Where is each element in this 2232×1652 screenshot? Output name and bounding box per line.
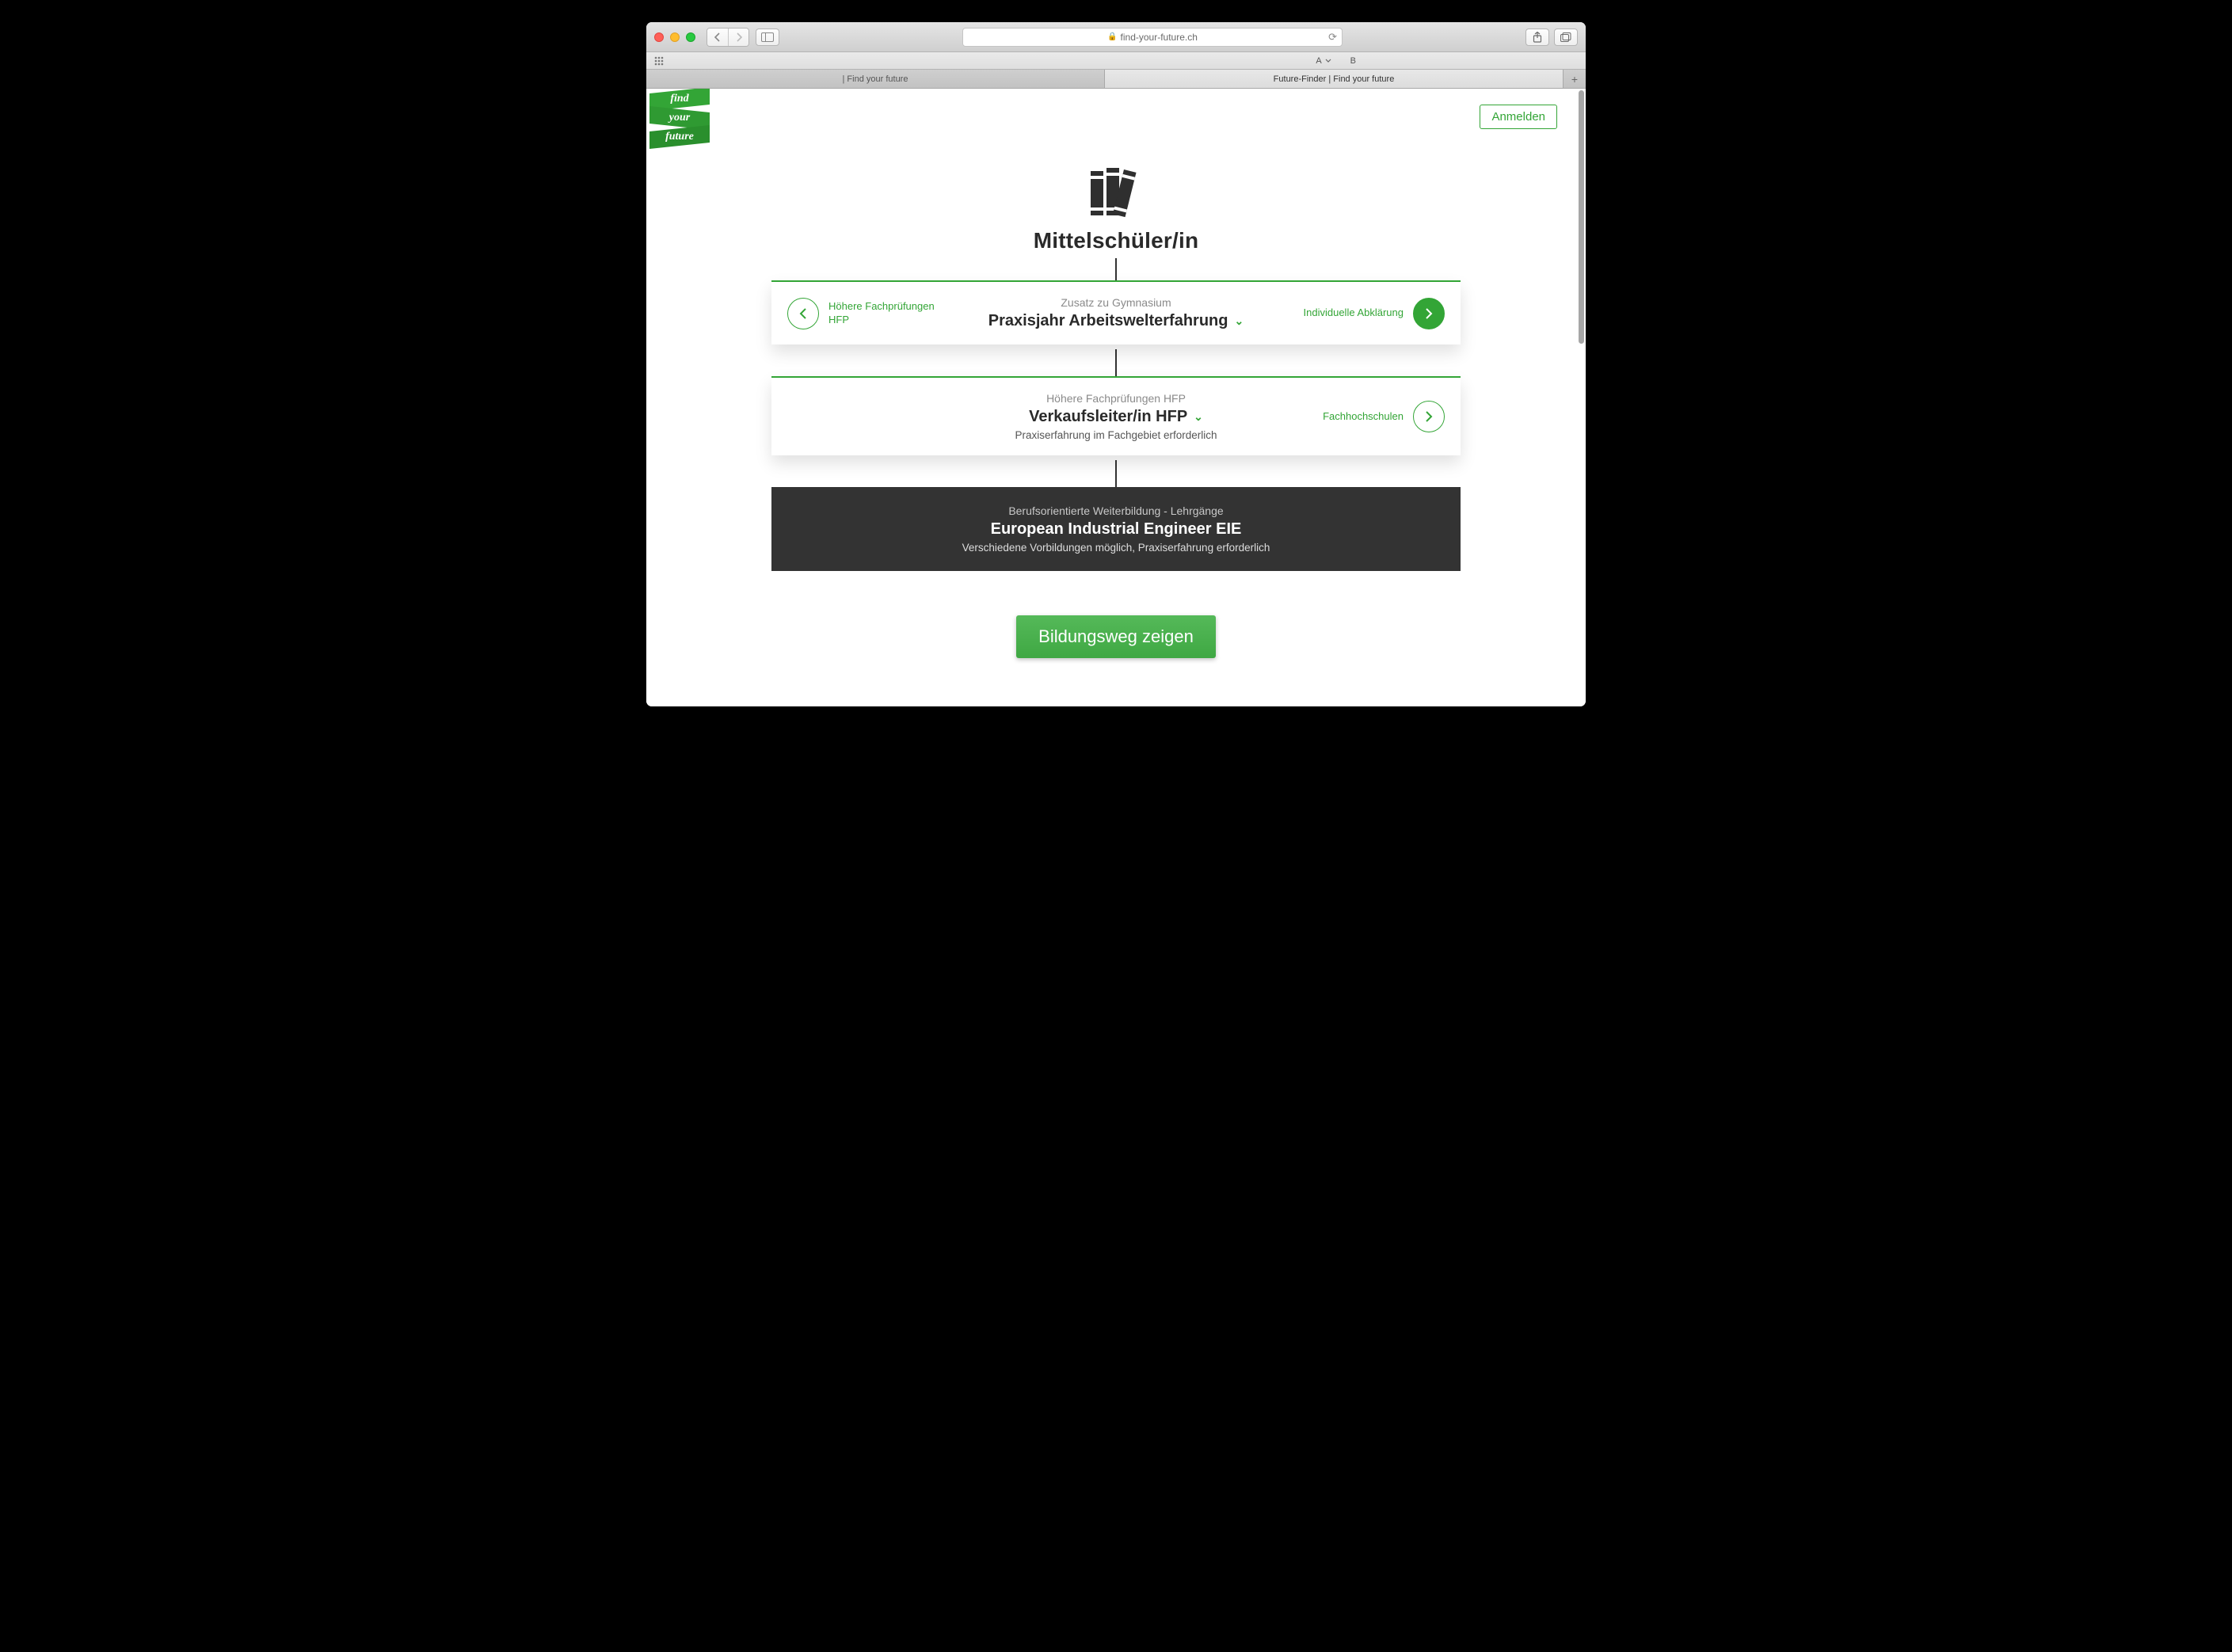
address-bar[interactable]: 🔒 find-your-future.ch ⟳	[962, 28, 1343, 47]
maximize-window-button[interactable]	[686, 32, 695, 42]
path-step-0: Höhere Fachprüfungen HFP Zusatz zu Gymna…	[771, 280, 1461, 344]
chevron-right-icon	[736, 32, 742, 42]
step-note: Verschiedene Vorbildungen möglich, Praxi…	[787, 542, 1445, 554]
page-viewport: find your future Anmelden	[646, 89, 1586, 706]
tabs-overview-button[interactable]	[1554, 29, 1578, 46]
share-button[interactable]	[1525, 29, 1549, 46]
login-button[interactable]: Anmelden	[1480, 105, 1557, 129]
step-note: Praxiserfahrung im Fachgebiet erforderli…	[954, 429, 1278, 441]
sidebar-toggle-button[interactable]	[756, 29, 779, 46]
site-logo[interactable]: find your future	[649, 90, 710, 147]
favorite-b[interactable]: B	[1350, 56, 1356, 66]
step-title-dropdown[interactable]: Praxisjahr Arbeitswelterfahrung ⌄	[988, 312, 1244, 330]
next-step-label[interactable]: Fachhochschulen	[1323, 410, 1404, 423]
path-step-1: Höhere Fachprüfungen HFP Verkaufsleiter/…	[771, 376, 1461, 455]
grid-icon	[654, 56, 664, 66]
browser-window: 🔒 find-your-future.ch ⟳ A B	[646, 22, 1586, 706]
chevron-left-icon	[714, 32, 721, 42]
tab-0[interactable]: | Find your future	[646, 70, 1105, 88]
tabs-icon	[1560, 32, 1571, 42]
show-path-button[interactable]: Bildungsweg zeigen	[1016, 615, 1216, 658]
next-step-button[interactable]	[1413, 401, 1445, 432]
reload-icon[interactable]: ⟳	[1328, 31, 1337, 44]
step-subtitle: Höhere Fachprüfungen HFP	[954, 392, 1278, 405]
chevron-down-icon	[1325, 59, 1331, 63]
prev-step-button[interactable]	[787, 298, 819, 329]
forward-button[interactable]	[728, 29, 748, 46]
step-subtitle: Zusatz zu Gymnasium	[954, 296, 1278, 309]
prev-step-label[interactable]: Höhere Fachprüfungen HFP	[828, 300, 935, 326]
share-icon	[1533, 32, 1542, 43]
window-controls	[654, 32, 695, 42]
lock-icon: 🔒	[1107, 32, 1117, 41]
favorites-grid-button[interactable]	[654, 56, 664, 66]
hero-title: Mittelschüler/in	[771, 228, 1461, 253]
nav-buttons	[707, 28, 749, 47]
next-step-label[interactable]: Individuelle Abklärung	[1304, 306, 1404, 319]
chevron-right-icon	[1425, 410, 1433, 423]
minimize-window-button[interactable]	[670, 32, 680, 42]
back-button[interactable]	[707, 29, 728, 46]
books-icon	[771, 165, 1461, 220]
titlebar: 🔒 find-your-future.ch ⟳	[646, 22, 1586, 52]
connector-line	[1115, 258, 1117, 280]
sidebar-icon	[761, 32, 774, 42]
step-subtitle: Berufsorientierte Weiterbildung - Lehrgä…	[787, 504, 1445, 517]
tab-bar: | Find your future Future-Finder | Find …	[646, 70, 1586, 89]
url-host: find-your-future.ch	[1121, 32, 1198, 43]
chevron-right-icon	[1425, 307, 1433, 320]
path-step-2: Berufsorientierte Weiterbildung - Lehrgä…	[771, 487, 1461, 571]
favorite-folder-a[interactable]: A	[1316, 56, 1331, 66]
chevron-down-icon: ⌄	[1234, 314, 1244, 328]
next-step-button[interactable]	[1413, 298, 1445, 329]
tab-1[interactable]: Future-Finder | Find your future	[1105, 70, 1564, 88]
scrollbar[interactable]	[1576, 90, 1584, 705]
connector-line	[1115, 349, 1117, 376]
favorites-bar: A B	[646, 52, 1586, 70]
connector-line	[1115, 460, 1117, 487]
step-title-dropdown[interactable]: Verkaufsleiter/in HFP ⌄	[1029, 408, 1203, 426]
new-tab-button[interactable]: +	[1564, 70, 1586, 88]
close-window-button[interactable]	[654, 32, 664, 42]
step-title: European Industrial Engineer EIE	[991, 520, 1242, 539]
chevron-down-icon: ⌄	[1194, 410, 1203, 424]
scrollbar-thumb[interactable]	[1579, 90, 1584, 344]
chevron-left-icon	[799, 307, 807, 320]
